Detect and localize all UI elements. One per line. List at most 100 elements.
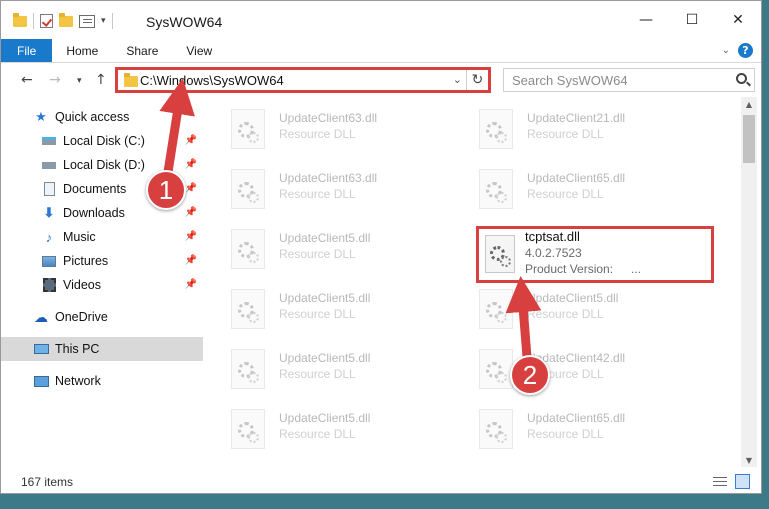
search-icon[interactable] — [736, 73, 747, 84]
list-item[interactable]: UpdateClient5.dll Resource DLL — [215, 221, 455, 273]
dll-file-icon — [231, 169, 265, 209]
tab-share[interactable]: Share — [112, 39, 172, 62]
window-title: SysWOW64 — [146, 14, 223, 30]
sidebar-item-label: Network — [55, 374, 101, 388]
address-bar[interactable]: C:\Windows\SysWOW64 ⌄ ↻ — [115, 67, 491, 93]
tab-view[interactable]: View — [172, 39, 226, 62]
scrollbar-thumb[interactable] — [743, 115, 755, 163]
list-item[interactable]: UpdateClient5.dll Resource DLL — [215, 281, 455, 333]
highlighted-file-tcptsat[interactable]: tcptsat.dll 4.0.2.7523 Product Version: … — [476, 226, 714, 283]
pin-icon[interactable]: 📌 — [185, 279, 197, 290]
drive-icon — [41, 133, 57, 149]
file-description: Resource DLL — [279, 427, 356, 441]
list-item[interactable]: UpdateClient21.dll Resource DLL — [463, 101, 703, 153]
file-name: UpdateClient63.dll — [279, 111, 378, 125]
sidebar-item-label: Videos — [63, 278, 101, 292]
sidebar-item-label: Local Disk (D:) — [63, 158, 145, 172]
callout-step-2: 2 — [510, 355, 550, 395]
list-item[interactable]: UpdateClient5.dll Resource DLL — [215, 401, 455, 453]
dll-file-icon — [231, 409, 265, 449]
navigation-bar: ← → ▾ ↑ C:\Windows\SysWOW64 ⌄ ↻ Search S… — [1, 63, 761, 97]
file-name: tcptsat.dll — [525, 229, 580, 244]
item-count: 167 items — [21, 475, 74, 489]
list-item[interactable]: UpdateClient65.dll Resource DLL — [463, 161, 703, 213]
new-folder-icon[interactable] — [59, 12, 73, 27]
list-item[interactable]: UpdateClient42.dll Resource DLL — [463, 341, 703, 393]
product-version-label: Product Version: — [525, 262, 614, 276]
folder-icon — [124, 73, 138, 87]
minimize-button[interactable]: — — [623, 1, 669, 39]
sidebar-item-local-disk-c[interactable]: Local Disk (C:) 📌 — [1, 129, 203, 153]
back-arrow-icon[interactable]: ← — [21, 72, 33, 88]
pin-icon[interactable]: 📌 — [185, 207, 197, 218]
navigation-pane: ★ Quick access Local Disk (C:) 📌 Local D… — [1, 97, 213, 467]
forward-arrow-icon[interactable]: → — [49, 72, 61, 88]
list-item[interactable]: UpdateClient5.dll Resource DLL — [463, 281, 703, 333]
file-name: UpdateClient5.dll — [279, 291, 371, 305]
sidebar-item-label: Pictures — [63, 254, 109, 268]
dll-file-icon — [479, 349, 513, 389]
sidebar-item-label: Music — [63, 230, 96, 244]
scroll-down-arrow-icon[interactable]: ▼ — [741, 453, 757, 467]
properties-icon[interactable] — [79, 14, 95, 28]
dll-file-icon — [479, 409, 513, 449]
file-description: Resource DLL — [527, 127, 604, 141]
list-item[interactable]: UpdateClient5.dll Resource DLL — [215, 341, 455, 393]
dll-file-icon — [231, 229, 265, 269]
scroll-up-arrow-icon[interactable]: ▲ — [741, 97, 757, 111]
pin-icon[interactable]: 📌 — [185, 135, 197, 146]
address-path[interactable]: C:\Windows\SysWOW64 — [140, 73, 284, 88]
dll-file-icon — [479, 169, 513, 209]
up-arrow-icon[interactable]: ↑ — [95, 72, 107, 88]
dll-file-icon — [485, 235, 515, 273]
dll-file-icon — [479, 109, 513, 149]
pictures-icon — [41, 253, 57, 269]
pin-icon[interactable]: 📌 — [185, 159, 197, 170]
file-description: Resource DLL — [279, 127, 356, 141]
vertical-scrollbar[interactable]: ▲ ▼ — [741, 97, 757, 467]
sidebar-item-music[interactable]: ♪ Music 📌 — [1, 225, 203, 249]
download-icon: ⬇ — [43, 205, 55, 220]
search-input[interactable]: Search SysWOW64 — [503, 68, 755, 92]
refresh-icon[interactable]: ↻ — [466, 70, 488, 90]
folder-icon — [13, 12, 27, 27]
tab-home[interactable]: Home — [52, 39, 112, 62]
search-placeholder: Search SysWOW64 — [512, 73, 628, 88]
list-item[interactable]: UpdateClient63.dll Resource DLL — [215, 101, 455, 153]
sidebar-item-videos[interactable]: Videos 📌 — [1, 273, 203, 297]
pin-icon[interactable]: 📌 — [185, 231, 197, 242]
file-name: UpdateClient5.dll — [279, 351, 371, 365]
sidebar-item-pictures[interactable]: Pictures 📌 — [1, 249, 203, 273]
expand-ribbon-chevron-icon[interactable]: ⌄ — [722, 45, 730, 56]
file-description: Resource DLL — [527, 187, 604, 201]
file-name: UpdateClient65.dll — [527, 411, 626, 425]
help-icon[interactable]: ? — [738, 43, 753, 58]
address-dropdown-chevron-icon[interactable]: ⌄ — [453, 73, 462, 86]
divider — [111, 13, 113, 29]
file-list: UpdateClient63.dll Resource DLL UpdateCl… — [213, 97, 741, 467]
properties-check-icon[interactable] — [40, 14, 53, 28]
details-view-icon[interactable] — [713, 476, 727, 488]
pin-icon[interactable]: 📌 — [185, 255, 197, 266]
file-name: UpdateClient65.dll — [527, 171, 626, 185]
sidebar-item-label: Documents — [63, 182, 127, 196]
list-item[interactable]: UpdateClient63.dll Resource DLL — [215, 161, 455, 213]
product-version-value: ... — [631, 262, 642, 276]
tiles-view-icon[interactable] — [735, 474, 750, 489]
pin-icon[interactable]: 📌 — [185, 183, 197, 194]
sidebar-item-quick-access[interactable]: ★ Quick access — [1, 105, 203, 129]
file-version: 4.0.2.7523 — [525, 246, 582, 260]
customize-toolbar-arrow-icon[interactable]: ▾ — [101, 16, 106, 26]
sidebar-item-this-pc[interactable]: This PC — [1, 337, 203, 361]
tab-file[interactable]: File — [1, 39, 53, 62]
videos-icon — [41, 277, 57, 293]
sidebar-item-onedrive[interactable]: ☁ OneDrive — [1, 305, 203, 329]
network-icon — [33, 373, 49, 389]
sidebar-item-network[interactable]: Network — [1, 369, 203, 393]
recent-locations-chevron-icon[interactable]: ▾ — [77, 76, 82, 86]
close-button[interactable]: ✕ — [715, 1, 761, 39]
file-name: UpdateClient5.dll — [279, 411, 371, 425]
list-item[interactable]: UpdateClient65.dll Resource DLL — [463, 401, 703, 453]
maximize-button[interactable]: ☐ — [669, 1, 715, 39]
file-description: Resource DLL — [527, 307, 604, 321]
